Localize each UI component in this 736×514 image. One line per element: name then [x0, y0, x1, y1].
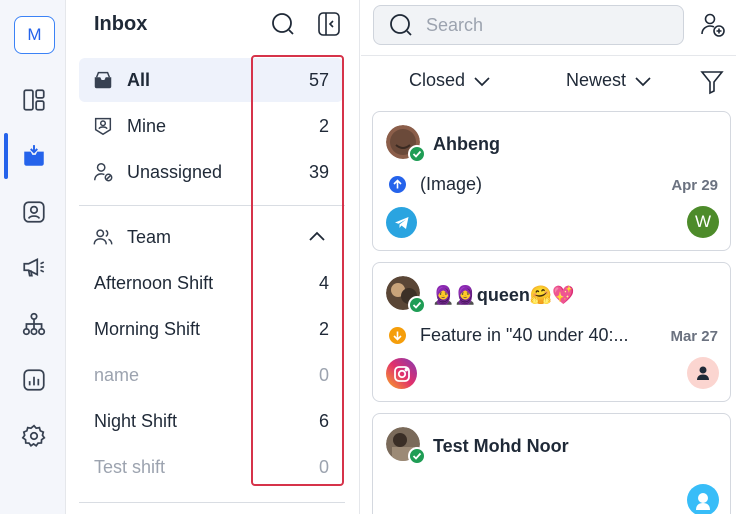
sort-filter-label: Newest [566, 70, 627, 90]
agent-avatar [687, 484, 719, 514]
team-icon [92, 226, 114, 248]
chevron-down-icon [474, 76, 490, 86]
team-shift-item[interactable]: name 0 [79, 353, 343, 397]
conversation-search [373, 5, 684, 45]
incoming-arrow-icon [389, 327, 406, 344]
shift-label: Afternoon Shift [94, 272, 214, 293]
contact-name: Ahbeng [433, 134, 500, 154]
rail-active-indicator [4, 133, 8, 179]
nav-rail: M [0, 0, 66, 514]
contact-avatar [386, 125, 426, 163]
inbox-item-mine[interactable]: Mine 2 [79, 104, 343, 148]
conversation-card[interactable]: Ahbeng (Image) Apr 29 W [372, 111, 731, 251]
inbox-icon [92, 69, 114, 91]
team-shift-item[interactable]: Afternoon Shift 4 [79, 261, 343, 305]
contact-name: 🧕🧕queen🤗💖 [432, 285, 575, 305]
pane-title: Inbox [94, 13, 148, 35]
message-date: Mar 27 [670, 328, 718, 345]
shift-count: 0 [318, 456, 329, 477]
conversation-card[interactable]: Test Mohd Noor [372, 413, 731, 514]
shift-label: Morning Shift [94, 318, 201, 339]
shift-count: 2 [318, 318, 329, 339]
agent-initial: W [694, 212, 712, 231]
reports-icon[interactable] [20, 366, 48, 394]
team-shift-item[interactable]: Night Shift 6 [79, 399, 343, 443]
sort-filter-dropdown[interactable]: Newest [566, 70, 652, 91]
dashboard-icon[interactable] [20, 86, 48, 114]
online-check-icon [408, 447, 426, 465]
inbox-item-all[interactable]: All 57 [79, 58, 343, 102]
conversation-pane: Closed Newest Ahbeng (Image) Apr 29 W [361, 0, 736, 514]
shift-label: name [94, 364, 140, 385]
agent-avatar [687, 357, 719, 389]
user-unassigned-icon [92, 161, 114, 183]
add-user-icon[interactable] [699, 11, 727, 39]
shift-count: 0 [318, 364, 329, 385]
collapse-pane-icon[interactable] [317, 11, 341, 37]
team-section-header[interactable]: Team [79, 215, 343, 259]
chevron-up-icon[interactable] [307, 227, 327, 252]
agent-avatar: W [687, 206, 719, 238]
message-date: Apr 29 [671, 177, 718, 194]
contacts-icon[interactable] [20, 198, 48, 226]
search-icon [390, 14, 412, 36]
inbox-item-count: 57 [308, 69, 329, 90]
conversation-card[interactable]: 🧕🧕queen🤗💖 Feature in "40 under 40:... Ma… [372, 262, 731, 402]
contact-name: Test Mohd Noor [433, 436, 569, 456]
last-message: (Image) [420, 174, 483, 194]
team-shift-item[interactable]: Test shift 0 [79, 445, 343, 489]
section-divider [79, 205, 345, 206]
status-filter-dropdown[interactable]: Closed [409, 70, 491, 91]
contact-avatar [386, 276, 426, 314]
online-check-icon [408, 296, 426, 314]
filter-funnel-icon[interactable] [700, 69, 724, 95]
inbox-item-label: All [127, 69, 151, 90]
header-divider [361, 55, 736, 56]
instagram-icon [386, 358, 417, 389]
settings-icon[interactable] [20, 422, 48, 450]
inbox-item-unassigned[interactable]: Unassigned 39 [79, 150, 343, 194]
last-message: Feature in "40 under 40:... [420, 325, 629, 345]
user-badge-icon [92, 115, 114, 137]
workflow-icon[interactable] [20, 310, 48, 338]
team-shift-item[interactable]: Morning Shift 2 [79, 307, 343, 351]
telegram-icon [386, 207, 417, 238]
inbox-item-label: Mine [127, 115, 167, 136]
broadcast-icon[interactable] [20, 253, 48, 281]
online-check-icon [408, 145, 426, 163]
section-divider [79, 502, 345, 503]
search-input[interactable] [426, 14, 666, 36]
inbox-icon[interactable] [20, 142, 48, 170]
shift-count: 6 [318, 410, 329, 431]
chevron-down-icon [635, 76, 651, 86]
contact-avatar [386, 427, 426, 465]
search-icon[interactable] [270, 11, 296, 37]
workspace-initial: M [27, 25, 42, 44]
outgoing-arrow-icon [389, 176, 406, 193]
inbox-item-count: 39 [308, 161, 329, 182]
workspace-avatar[interactable]: M [14, 16, 55, 54]
shift-label: Night Shift [94, 410, 178, 431]
team-label: Team [127, 226, 172, 247]
inbox-item-count: 2 [318, 115, 329, 136]
shift-label: Test shift [94, 456, 166, 477]
inbox-item-label: Unassigned [127, 161, 223, 182]
status-filter-label: Closed [409, 70, 466, 90]
shift-count: 4 [318, 272, 329, 293]
inbox-pane: Inbox All 57 Mine 2 Unassigned 39 Team A… [66, 0, 360, 514]
